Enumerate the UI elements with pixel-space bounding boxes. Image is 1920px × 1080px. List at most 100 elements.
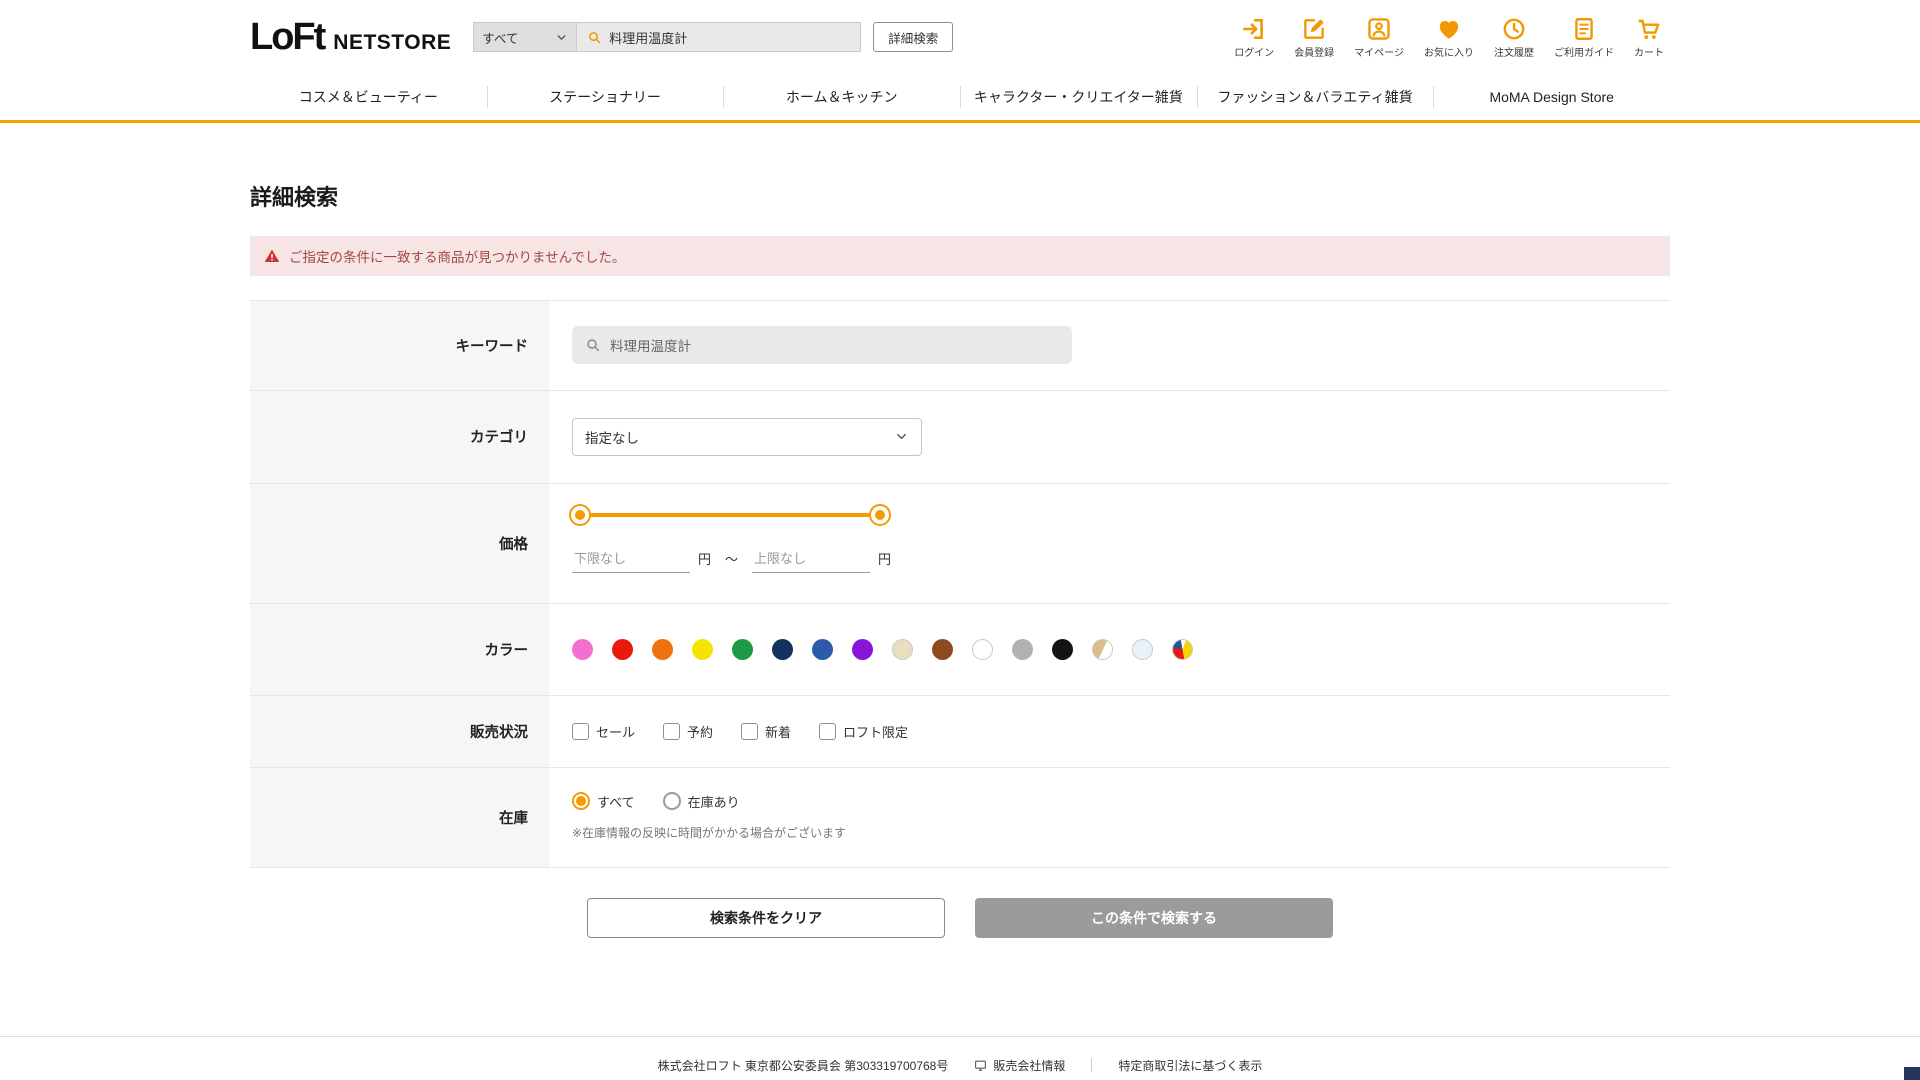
checkbox-label: ロフト限定: [843, 724, 909, 740]
header-search: すべて 料理用温度計 詳細検索: [473, 22, 954, 52]
mypage-icon: [1366, 16, 1392, 42]
category-select[interactable]: 指定なし: [572, 417, 922, 456]
price-label: 価格: [250, 483, 550, 603]
stock-option-2[interactable]: 在庫あり: [662, 792, 740, 811]
page-title: 詳細検索: [250, 184, 339, 210]
price-unit-min: 円: [698, 551, 712, 567]
color-swatch-brown[interactable]: [932, 638, 953, 660]
sales-label: 販売状況: [250, 695, 550, 767]
form-row-category: カテゴリ 指定なし: [250, 389, 1670, 483]
utility-item-history[interactable]: 注文履歴: [1488, 16, 1540, 59]
color-swatch-green[interactable]: [732, 638, 753, 660]
radio-label: すべて: [597, 794, 635, 810]
price-max-input[interactable]: 上限なし: [752, 546, 871, 573]
footer-link-label: 販売会社情報: [993, 1058, 1066, 1073]
stock-note: ※在庫情報の反映に時間がかかる場合がございます: [572, 825, 847, 840]
category-select-value: 指定なし: [585, 430, 639, 446]
color-swatch-white[interactable]: [972, 638, 993, 660]
utility-label: マイページ: [1354, 47, 1404, 59]
nav-item-0[interactable]: コスメ＆ビューティー: [250, 74, 487, 120]
footer-link-tokushoho[interactable]: 特定商取引法に基づく表示: [1118, 1057, 1262, 1074]
utility-label: 会員登録: [1294, 47, 1335, 59]
form-row-stock: 在庫 すべて 在庫あり ※在庫情報の反映に時間がかかる場合がございます: [250, 766, 1670, 867]
register-icon: [1301, 16, 1327, 42]
stock-label: 在庫: [250, 767, 550, 867]
color-swatch-gold[interactable]: [1092, 638, 1113, 660]
nav-item-4[interactable]: ファッション＆バラエティ雑貨: [1196, 74, 1434, 120]
utility-label: 注文履歴: [1494, 47, 1534, 59]
sales-option-3[interactable]: 新着: [741, 722, 791, 741]
form-row-color: カラー: [250, 602, 1670, 695]
advanced-search-button[interactable]: 詳細検索: [873, 22, 954, 52]
category-nav-bar: コスメ＆ビューティー ステーショナリー ホーム＆キッチン キャラクター・クリエイター雑…: [0, 74, 1920, 123]
form-row-keyword: キーワード 料理用温度計: [250, 299, 1670, 390]
keyword-input[interactable]: 料理用温度計: [572, 326, 1072, 365]
color-swatch-gray[interactable]: [1012, 638, 1033, 660]
checkbox-icon: [819, 722, 837, 740]
utility-item-mypage[interactable]: マイページ: [1348, 16, 1410, 59]
utility-label: ご利用ガイド: [1554, 47, 1614, 59]
category-label: カテゴリ: [250, 390, 550, 483]
history-icon: [1501, 16, 1527, 42]
header-search-category-value: すべて: [482, 31, 519, 46]
search-icon: [587, 339, 600, 352]
chevron-down-icon: [557, 34, 566, 40]
radio-icon: [662, 792, 681, 811]
nav-item-5[interactable]: MoMA Design Store: [1433, 74, 1670, 120]
logo-loft-text: LoFt: [250, 15, 326, 58]
price-unit-max: 円: [878, 551, 892, 567]
slider-handle-max[interactable]: [869, 503, 891, 526]
color-swatch-navy[interactable]: [772, 638, 793, 660]
utility-item-guide[interactable]: ご利用ガイド: [1548, 16, 1620, 59]
utility-item-favorites[interactable]: お気に入り: [1418, 16, 1480, 59]
search-with-conditions-button[interactable]: この条件で検索する: [975, 897, 1333, 938]
color-swatch-purple[interactable]: [852, 638, 873, 660]
logo-netstore-text: NETSTORE: [333, 30, 452, 54]
checkbox-label: 新着: [765, 724, 792, 740]
color-label: カラー: [250, 603, 550, 695]
sales-option-4[interactable]: ロフト限定: [819, 722, 908, 741]
footer-link-label: 特定商取引法に基づく表示: [1118, 1058, 1263, 1073]
color-swatch-black[interactable]: [1052, 638, 1073, 660]
utility-nav: ログイン 会員登録 マイページ お気に入り 注文履歴 ご利用ガイド カート: [1228, 16, 1670, 59]
header-search-query: 料理用温度計: [609, 30, 688, 46]
stock-option-1[interactable]: すべて: [572, 792, 635, 811]
color-swatch-clear[interactable]: [1132, 638, 1153, 660]
form-row-price: 価格 下限なし 円 ～ 上限なし 円: [250, 482, 1670, 603]
utility-item-cart[interactable]: カート: [1628, 16, 1670, 59]
color-swatch-red[interactable]: [612, 638, 633, 660]
color-swatch-yellow[interactable]: [692, 638, 713, 660]
color-swatch-pink[interactable]: [572, 638, 593, 660]
primary-nav: コスメ＆ビューティー ステーショナリー ホーム＆キッチン キャラクター・クリエイター雑…: [250, 74, 1670, 120]
sales-option-1[interactable]: セール: [572, 722, 635, 741]
utility-label: ログイン: [1234, 47, 1275, 59]
advanced-search-label: 詳細検索: [888, 31, 939, 46]
nav-item-2[interactable]: ホーム＆キッチン: [723, 74, 960, 120]
keyword-label: キーワード: [250, 300, 550, 390]
color-swatch-beige[interactable]: [892, 638, 913, 660]
form-row-sales: 販売状況 セール 予約 新着 ロフト限定: [250, 694, 1670, 767]
color-swatch-orange[interactable]: [652, 638, 673, 660]
search-icon: [589, 31, 601, 43]
footer-link-company-info[interactable]: 販売会社情報: [974, 1057, 1065, 1074]
site-logo[interactable]: LoFt NETSTORE: [250, 16, 451, 59]
cart-icon: [1636, 16, 1662, 42]
nav-item-1[interactable]: ステーショナリー: [486, 74, 724, 120]
warning-icon: [264, 249, 280, 262]
clear-conditions-button[interactable]: 検索条件をクリア: [587, 897, 945, 938]
utility-item-login[interactable]: ログイン: [1228, 16, 1280, 59]
scrollbar-down-button[interactable]: [1904, 1067, 1920, 1080]
header-search-input[interactable]: 料理用温度計: [577, 22, 862, 52]
guide-icon: [1571, 16, 1597, 42]
slider-handle-min[interactable]: [569, 503, 591, 526]
header-search-category-select[interactable]: すべて: [473, 22, 578, 52]
sales-options: セール 予約 新着 ロフト限定: [572, 722, 936, 741]
color-swatch-multi[interactable]: [1172, 638, 1193, 660]
color-swatch-blue[interactable]: [812, 638, 833, 660]
chevron-down-icon: [897, 434, 906, 440]
color-swatches: [572, 638, 1193, 660]
sales-option-2[interactable]: 予約: [663, 722, 713, 741]
price-min-input[interactable]: 下限なし: [572, 546, 690, 573]
nav-item-3[interactable]: キャラクター・クリエイター雑貨: [960, 74, 1197, 120]
utility-item-register[interactable]: 会員登録: [1288, 16, 1340, 59]
